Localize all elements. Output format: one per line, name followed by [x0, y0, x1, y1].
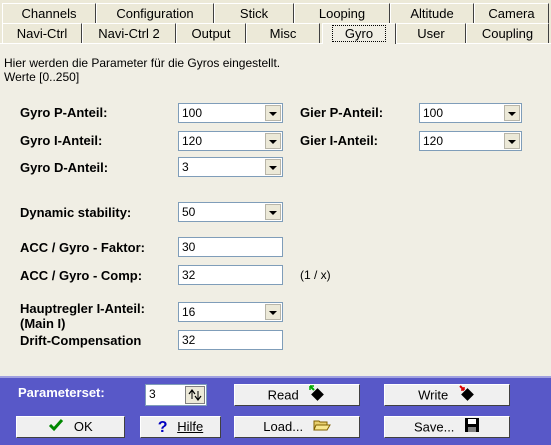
chevron-down-icon[interactable] [265, 105, 281, 121]
bottom-toolbar: Parameterset: 3 Read Write OK ? Hilfe Lo… [0, 376, 551, 445]
acc-gyro-comp-label: ACC / Gyro - Comp: [20, 268, 143, 283]
gyro-p-label: Gyro P-Anteil: [20, 105, 108, 120]
gier-i-combo[interactable]: 120 [419, 131, 522, 151]
read-button[interactable]: Read [234, 384, 360, 406]
tab-altitude[interactable]: Altitude [390, 3, 474, 23]
dynamic-stability-label: Dynamic stability: [20, 205, 132, 220]
gier-p-label: Gier P-Anteil: [300, 105, 384, 120]
ok-button[interactable]: OK [16, 416, 125, 438]
acc-gyro-comp-unit: (1 / x) [300, 268, 331, 282]
gier-i-label: Gier I-Anteil: [300, 133, 379, 148]
chevron-down-icon[interactable] [265, 159, 281, 175]
gyro-i-label: Gyro I-Anteil: [20, 133, 103, 148]
load-button[interactable]: Load... [234, 416, 360, 438]
write-button[interactable]: Write [384, 384, 510, 406]
gyro-d-label: Gyro D-Anteil: [20, 160, 109, 175]
floppy-disk-icon [464, 417, 480, 439]
range-note: Werte [0..250] [4, 70, 80, 84]
parameterset-label: Parameterset: [18, 385, 105, 400]
acc-gyro-faktor-label: ACC / Gyro - Faktor: [20, 240, 145, 255]
read-chip-icon [308, 385, 326, 407]
hauptregler-label: Hauptregler I-Anteil: [20, 301, 145, 316]
tab-looping[interactable]: Looping [294, 3, 390, 23]
write-chip-icon [458, 385, 476, 407]
gyro-i-combo[interactable]: 120 [178, 131, 283, 151]
tab-output[interactable]: Output [176, 23, 246, 43]
description-text: Hier werden die Parameter für die Gyros … [4, 56, 281, 70]
help-button[interactable]: ? Hilfe [140, 416, 221, 438]
tab-camera[interactable]: Camera [474, 3, 549, 23]
tab-user[interactable]: User [396, 23, 466, 43]
drift-compensation-label: Drift-Compensation [20, 333, 142, 348]
spinner-arrows-icon[interactable] [185, 386, 205, 404]
acc-gyro-comp-input[interactable]: 32 [178, 265, 283, 285]
tab-coupling[interactable]: Coupling [466, 23, 549, 43]
question-mark-icon: ? [157, 418, 168, 436]
tab-configuration[interactable]: Configuration [96, 3, 214, 23]
open-folder-icon [312, 418, 331, 438]
tab-stick[interactable]: Stick [214, 3, 294, 23]
tab-gyro[interactable]: Gyro [322, 23, 396, 44]
acc-gyro-faktor-input[interactable]: 30 [178, 237, 283, 257]
gyro-settings-panel: Hier werden die Parameter für die Gyros … [0, 43, 551, 377]
tab-navi-ctrl[interactable]: Navi-Ctrl [2, 23, 82, 43]
parameterset-spinner[interactable]: 3 [145, 384, 207, 406]
checkmark-icon [48, 418, 64, 438]
tab-misc[interactable]: Misc [246, 23, 320, 43]
tab-navi-ctrl-2[interactable]: Navi-Ctrl 2 [82, 23, 176, 43]
hauptregler-sublabel: (Main I) [20, 316, 66, 331]
gyro-p-combo[interactable]: 100 [178, 103, 283, 123]
save-button[interactable]: Save... [384, 416, 510, 438]
chevron-down-icon[interactable] [504, 133, 520, 149]
hauptregler-combo[interactable]: 16 [178, 302, 283, 322]
dynamic-stability-combo[interactable]: 50 [178, 202, 283, 222]
gyro-d-combo[interactable]: 3 [178, 157, 283, 177]
chevron-down-icon[interactable] [265, 204, 281, 220]
gier-p-combo[interactable]: 100 [419, 103, 522, 123]
chevron-down-icon[interactable] [265, 304, 281, 320]
drift-compensation-input[interactable]: 32 [178, 330, 283, 350]
tab-channels[interactable]: Channels [2, 3, 96, 23]
chevron-down-icon[interactable] [504, 105, 520, 121]
chevron-down-icon[interactable] [265, 133, 281, 149]
